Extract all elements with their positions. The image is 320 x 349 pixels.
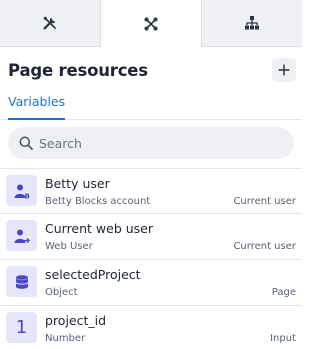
plus-icon <box>278 64 290 76</box>
variable-type: Object <box>45 287 78 298</box>
variable-scope: Current user <box>233 196 296 207</box>
list-item[interactable]: B Betty user Betty Blocks account Curren… <box>0 168 302 214</box>
variable-name: project_id <box>45 313 107 328</box>
tab-tools[interactable] <box>0 0 100 47</box>
search-icon <box>19 136 33 150</box>
page-title: Page resources <box>8 60 148 80</box>
list-item[interactable]: 1 project_id Number Input <box>0 306 302 349</box>
variables-list: B Betty user Betty Blocks account Curren… <box>0 168 302 349</box>
variable-type-badge <box>6 220 37 251</box>
tools-icon <box>43 16 56 30</box>
variable-type-badge <box>6 266 37 297</box>
variable-type: Number <box>45 333 86 344</box>
list-item[interactable]: selectedProject Object Page <box>0 260 302 306</box>
variable-type: Web User <box>45 241 93 252</box>
panel-header: Page resources <box>8 56 296 84</box>
list-item[interactable]: Current web user Web User Current user <box>0 214 302 260</box>
resource-subtabs: Variables <box>0 92 302 120</box>
svg-text:B: B <box>24 192 29 199</box>
variable-name: Betty user <box>45 176 110 191</box>
variable-type: Betty Blocks account <box>45 196 151 207</box>
user-swap-icon <box>14 229 30 243</box>
panel-tabs <box>0 0 302 47</box>
add-resource-button[interactable] <box>272 58 296 82</box>
nodes-icon <box>144 17 158 30</box>
variable-scope: Input <box>270 333 296 344</box>
variable-scope: Current user <box>233 241 296 252</box>
variable-name: Current web user <box>45 221 154 236</box>
database-icon <box>15 274 28 289</box>
user-badge-icon: B <box>14 184 29 199</box>
hierarchy-icon <box>245 16 259 30</box>
variable-scope: Page <box>271 287 296 298</box>
variable-type-badge: 1 <box>6 312 37 343</box>
variable-name: selectedProject <box>45 267 141 282</box>
tab-resources[interactable] <box>100 0 202 47</box>
tab-variables[interactable]: Variables <box>8 94 66 120</box>
number-icon: 1 <box>15 317 28 338</box>
tab-hierarchy[interactable] <box>202 0 302 47</box>
search-bar[interactable] <box>8 127 294 159</box>
search-input[interactable] <box>39 135 269 151</box>
variable-type-badge: B <box>6 175 37 206</box>
